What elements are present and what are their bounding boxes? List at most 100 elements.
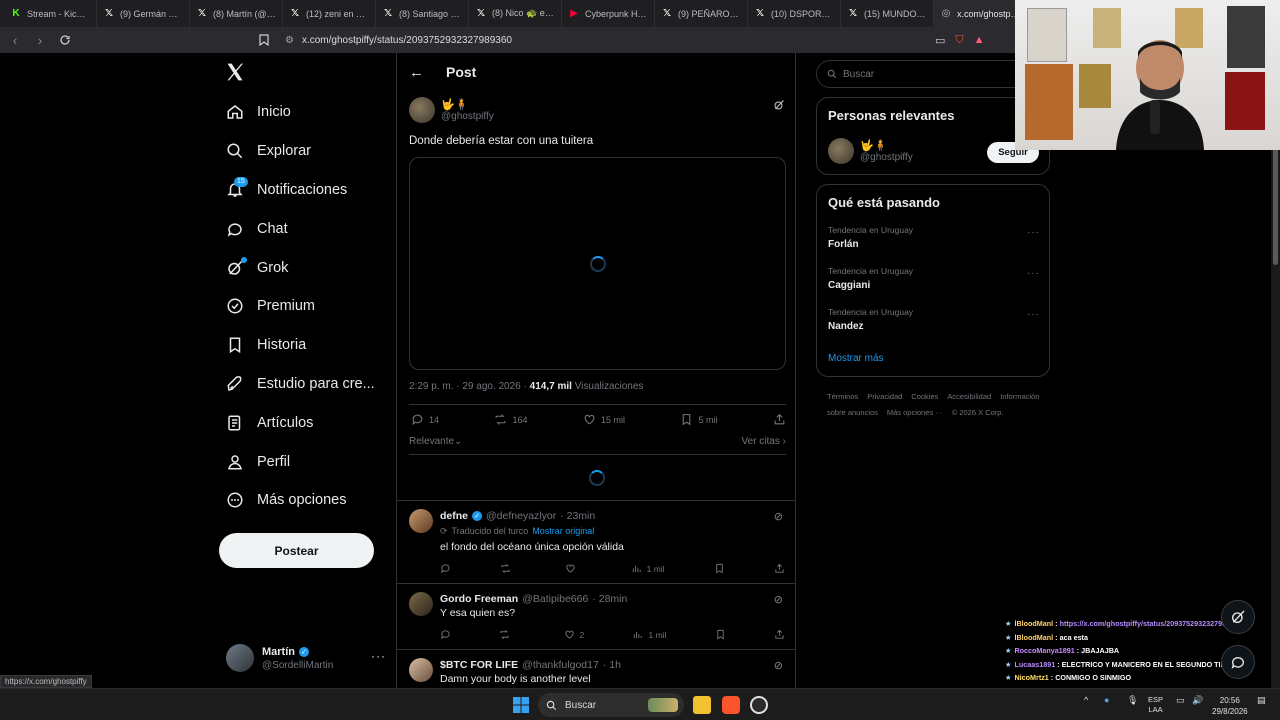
reload-icon[interactable] (55, 30, 75, 50)
cast-icon[interactable]: ▭ (935, 34, 945, 47)
reply-author-name[interactable]: defne (440, 510, 468, 522)
browser-tab[interactable]: ▶ Cyberpunk Hi-Te (562, 0, 655, 27)
system-clock[interactable]: 20:56 29/8/2026 (1212, 695, 1248, 717)
browser-tab[interactable]: 𝕏 (8) Nico 🐢 en X (469, 0, 562, 27)
nav-item-explorar[interactable]: Explorar (220, 132, 400, 171)
search-input[interactable]: Buscar (816, 60, 1046, 88)
brave-rewards-icon[interactable]: ▲ (974, 34, 985, 46)
footer-link[interactable]: Términos (827, 392, 858, 401)
reply-post[interactable]: $BTC FOR LIFE @thankfulgod17 · 1h ⊘ Damn you… (397, 649, 795, 688)
like-button[interactable]: 15 mil (583, 413, 625, 426)
share-button[interactable] (774, 629, 785, 640)
more-dots-icon[interactable]: ··· (371, 649, 386, 663)
grok-icon[interactable] (773, 99, 785, 114)
reply-time[interactable]: · 23min (560, 510, 595, 522)
reply-post[interactable]: Gordo Freeman @Batipibe666 · 28min ⊘ Y esa q… (397, 583, 795, 649)
x-logo-icon[interactable] (225, 62, 247, 84)
nav-item-perfil[interactable]: Perfil (220, 442, 400, 481)
nav-item-notificaciones[interactable]: 15 Notificaciones (220, 171, 400, 210)
footer-link[interactable]: Privacidad (867, 392, 902, 401)
browser-tab[interactable]: 𝕏 (12) zeni en X: "g (283, 0, 376, 27)
footer-link[interactable]: Cookies (911, 392, 938, 401)
post-author[interactable]: 🤟🧍 @ghostpiffy (409, 97, 494, 123)
more-dots-icon[interactable]: ··· (1027, 268, 1040, 279)
repost-button[interactable]: 164 (494, 413, 528, 426)
reply-author-handle[interactable]: @defneyazlyor (486, 510, 556, 522)
nav-item-estudio-para-cre[interactable]: Estudio para cre... (220, 365, 400, 404)
reply-time[interactable]: · 1h (603, 659, 621, 671)
nav-item-premium[interactable]: Premium (220, 287, 400, 326)
volume-icon[interactable]: 🔊 (1192, 695, 1203, 706)
views-button[interactable]: 1 mil (632, 629, 666, 640)
browser-tab[interactable]: ◎ x.com/ghostpiffy (934, 0, 1027, 27)
sort-dropdown[interactable]: Relevante⌄ (409, 436, 462, 447)
views-button[interactable]: 1 mil (631, 563, 665, 574)
reply-button[interactable] (440, 629, 451, 640)
bookmark-button[interactable]: 5 mil (680, 413, 717, 426)
trend-item[interactable]: Tendencia en Uruguay Forlán ··· (828, 225, 1040, 250)
like-button[interactable]: 2 (564, 629, 584, 640)
footer-link[interactable]: Accesibilidad (947, 392, 991, 401)
footer-link[interactable]: Más opciones ··· (887, 408, 943, 417)
share-button[interactable] (773, 413, 786, 426)
messages-floating-icon[interactable] (1221, 645, 1255, 679)
browser-tab[interactable]: 𝕏 (9) PEÑAROL en (655, 0, 748, 27)
windows-start-icon[interactable] (513, 697, 529, 713)
more-dots-icon[interactable]: ··· (1027, 309, 1040, 320)
show-more-link[interactable]: Mostrar más (828, 353, 884, 364)
back-arrow-icon[interactable]: ← (409, 64, 424, 81)
footer-link[interactable]: © 2026 X Corp. (952, 408, 1004, 417)
browser-tab[interactable]: 𝕏 (9) Germán Garc (97, 0, 190, 27)
language-indicator[interactable]: ESP LAA (1148, 695, 1163, 715)
post-timestamp[interactable]: 2:29 p. m. · 29 ago. 2026 · (409, 381, 527, 392)
back-arrow-icon[interactable]: ‹ (5, 30, 25, 50)
tray-chevron-icon[interactable]: ^ (1084, 695, 1088, 705)
post-button[interactable]: Postear (219, 533, 374, 568)
reply-time[interactable]: · 28min (592, 593, 627, 605)
repost-button[interactable] (499, 629, 515, 640)
taskbar-search[interactable]: Buscar (538, 693, 684, 717)
avatar[interactable] (828, 138, 854, 164)
browser-tab[interactable]: K Stream - Kick Da (4, 0, 97, 27)
grok-icon[interactable]: ⊘ (774, 659, 783, 672)
nav-item-grok[interactable]: Grok (220, 248, 400, 287)
url-field[interactable]: ⚙ x.com/ghostpiffy/status/20937529323279… (285, 31, 512, 49)
share-button[interactable] (774, 563, 785, 574)
reply-button[interactable] (440, 563, 451, 574)
site-settings-icon[interactable]: ⚙ (285, 35, 294, 46)
nav-item-chat[interactable]: Chat (220, 209, 400, 248)
bookmark-button[interactable] (715, 629, 726, 640)
avatar[interactable] (409, 97, 435, 123)
reply-author-name[interactable]: $BTC FOR LIFE (440, 659, 518, 671)
nav-item-historia[interactable]: Historia (220, 326, 400, 365)
forward-arrow-icon[interactable]: › (30, 30, 50, 50)
browser-tab[interactable]: 𝕏 (8) Martín (@Sor (190, 0, 283, 27)
browser-tab[interactable]: 𝕏 (15) MUNDO CA (841, 0, 934, 27)
repost-button[interactable] (500, 563, 516, 574)
avatar[interactable] (409, 509, 433, 533)
reply-button[interactable]: 14 (411, 413, 439, 426)
notification-center-icon[interactable]: ▤ (1257, 695, 1266, 706)
bookmark-button[interactable] (714, 563, 725, 574)
grok-icon[interactable]: ⊘ (774, 593, 783, 606)
like-button[interactable] (565, 563, 581, 574)
grok-icon[interactable]: ⊘ (774, 510, 783, 523)
bookmark-page-icon[interactable] (256, 31, 272, 49)
avatar[interactable] (409, 592, 433, 616)
trend-item[interactable]: Tendencia en Uruguay Nandez ··· (828, 307, 1040, 332)
relevant-person[interactable]: 🤟🧍 @ghostpiffy (828, 138, 913, 164)
trend-item[interactable]: Tendencia en Uruguay Caggiani ··· (828, 266, 1040, 291)
avatar[interactable] (409, 658, 433, 682)
nav-item-artículos[interactable]: Artículos (220, 403, 400, 442)
reply-author-handle[interactable]: @Batipibe666 (522, 593, 588, 605)
nav-item-más-opciones[interactable]: Más opciones (220, 481, 400, 520)
network-icon[interactable]: ▭ (1176, 695, 1185, 706)
show-original-link[interactable]: Mostrar original (532, 526, 594, 537)
brave-browser-icon[interactable] (722, 696, 740, 714)
reply-post[interactable]: defne ✓ @defneyazlyor · 23min ⊘ ⟳ Traducido de… (397, 500, 795, 583)
more-dots-icon[interactable]: ··· (1027, 227, 1040, 238)
quotes-link[interactable]: Ver citas › (742, 436, 786, 447)
browser-tab[interactable]: 𝕏 (10) DSPORTS Ur (748, 0, 841, 27)
post-media[interactable] (409, 157, 786, 370)
microphone-icon[interactable]: 🎙 (1127, 695, 1138, 706)
